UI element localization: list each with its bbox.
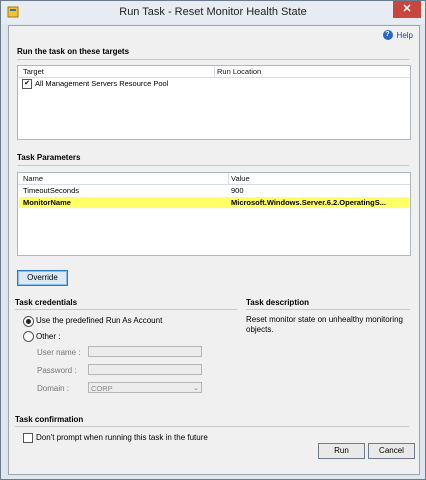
param-value-timeout[interactable]: 900 [231,186,244,195]
parameters-grid[interactable]: Name Value TimeoutSeconds 900 MonitorNam… [17,172,411,256]
password-label: Password : [37,366,77,375]
username-field[interactable] [88,346,202,357]
targets-section-title: Run the task on these targets [17,47,130,56]
run-button[interactable]: Run [318,443,365,459]
column-separator[interactable] [214,66,215,77]
dont-prompt-checkbox[interactable] [23,433,33,443]
predefined-account-radio[interactable] [23,316,34,327]
cancel-button[interactable]: Cancel [368,443,415,459]
domain-value: CORP [91,384,113,393]
parameters-grid-header: Name Value [18,173,410,185]
divider [246,309,410,310]
column-target[interactable]: Target [23,67,44,76]
help-label: Help [396,30,413,40]
other-account-radio[interactable] [23,331,34,342]
domain-label: Domain : [37,384,70,393]
other-account-label[interactable]: Other : [36,332,60,341]
help-link[interactable]: ? Help [382,30,413,40]
confirmation-section-title: Task confirmation [15,415,84,424]
column-name[interactable]: Name [23,174,43,183]
targets-grid-header: Target Run Location [18,66,410,78]
domain-dropdown[interactable]: CORP ⌄ [88,382,202,393]
table-row[interactable]: ✔ All Management Servers Resource Pool [22,79,169,90]
target-name: All Management Servers Resource Pool [35,79,169,88]
targets-grid[interactable]: Target Run Location ✔ All Management Serv… [17,65,411,140]
window-title: Run Task - Reset Monitor Health State [119,6,307,18]
parameters-section-title: Task Parameters [17,153,81,162]
dialog-body: ? Help Run the task on these targets Tar… [8,25,420,475]
password-field[interactable] [88,364,202,375]
column-value[interactable]: Value [231,174,250,183]
param-name-monitor[interactable]: MonitorName [23,198,71,207]
column-run-location[interactable]: Run Location [217,67,261,76]
divider [17,59,409,60]
title-bar[interactable]: Run Task - Reset Monitor Health State ✕ [1,1,425,24]
param-name-timeout[interactable]: TimeoutSeconds [23,186,79,195]
help-icon: ? [382,30,393,40]
close-button[interactable]: ✕ [393,1,421,18]
override-button[interactable]: Override [17,270,68,286]
target-checkbox[interactable]: ✔ [22,79,32,90]
username-label: User name : [37,348,81,357]
divider [15,309,237,310]
description-section-title: Task description [246,298,309,307]
task-description-text: Reset monitor state on unhealthy monitor… [246,315,403,334]
param-value-monitor[interactable]: Microsoft.Windows.Server.6.2.OperatingS.… [231,198,386,207]
column-separator[interactable] [228,173,229,184]
credentials-section-title: Task credentials [15,298,78,307]
run-task-dialog: Run Task - Reset Monitor Health State ✕ … [0,0,426,480]
divider [17,165,409,166]
divider [15,426,409,427]
dont-prompt-label[interactable]: Don't prompt when running this task in t… [36,433,208,442]
predefined-account-label[interactable]: Use the predefined Run As Account [36,316,162,325]
chevron-down-icon: ⌄ [193,385,199,392]
